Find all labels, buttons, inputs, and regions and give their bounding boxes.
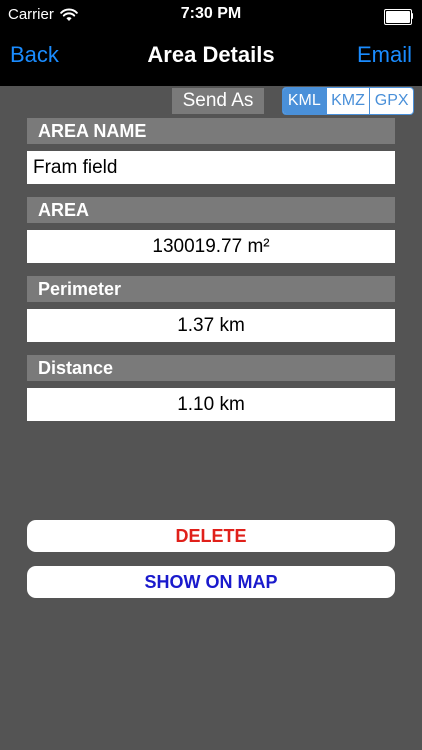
- status-time: 7:30 PM: [180, 5, 242, 22]
- area-name-header: AREA NAME: [27, 118, 395, 144]
- delete-button[interactable]: DELETE: [27, 520, 395, 552]
- show-on-map-button[interactable]: SHOW ON MAP: [27, 566, 395, 598]
- perimeter-header: Perimeter: [27, 276, 395, 302]
- area-header: AREA: [27, 197, 395, 223]
- distance-value: 1.10 km: [27, 388, 395, 421]
- send-as-label: Send As: [172, 88, 264, 114]
- format-kmz-button[interactable]: KMZ: [325, 88, 370, 114]
- format-gpx-button[interactable]: GPX: [369, 88, 413, 114]
- email-button[interactable]: Email: [357, 42, 412, 68]
- format-segmented-control: KML KMZ GPX: [282, 87, 414, 115]
- distance-header: Distance: [27, 355, 395, 381]
- navigation-bar: Back Area Details Email: [0, 30, 422, 86]
- battery-icon: [384, 9, 414, 25]
- top-bar: Carrier 7:30 PM Back Area Details Email: [0, 0, 422, 86]
- status-bar: Carrier 7:30 PM: [0, 0, 422, 30]
- format-kml-button[interactable]: KML: [283, 88, 326, 114]
- area-name-field[interactable]: Fram field: [27, 151, 395, 184]
- perimeter-value: 1.37 km: [27, 309, 395, 342]
- area-value: 130019.77 m²: [27, 230, 395, 263]
- back-button[interactable]: Back: [10, 42, 59, 68]
